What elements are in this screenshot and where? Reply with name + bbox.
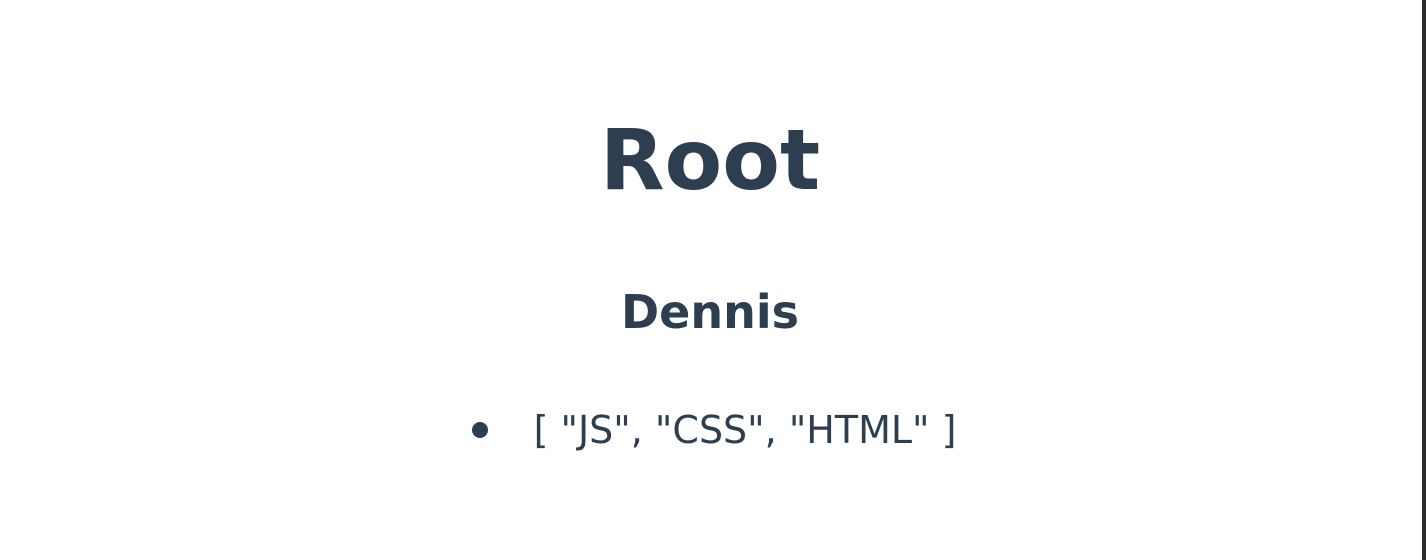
user-name: Dennis xyxy=(620,285,800,339)
app-root: Root Dennis [ "JS", "CSS", "HTML" ] xyxy=(0,0,1420,560)
skills-text: [ "JS", "CSS", "HTML" ] xyxy=(533,408,957,452)
bullet-icon xyxy=(471,422,488,438)
window-edge-divider xyxy=(1422,0,1426,560)
skills-list: [ "JS", "CSS", "HTML" ] xyxy=(0,402,1420,458)
page-title: Root xyxy=(599,111,821,209)
list-item: [ "JS", "CSS", "HTML" ] xyxy=(0,402,1420,458)
